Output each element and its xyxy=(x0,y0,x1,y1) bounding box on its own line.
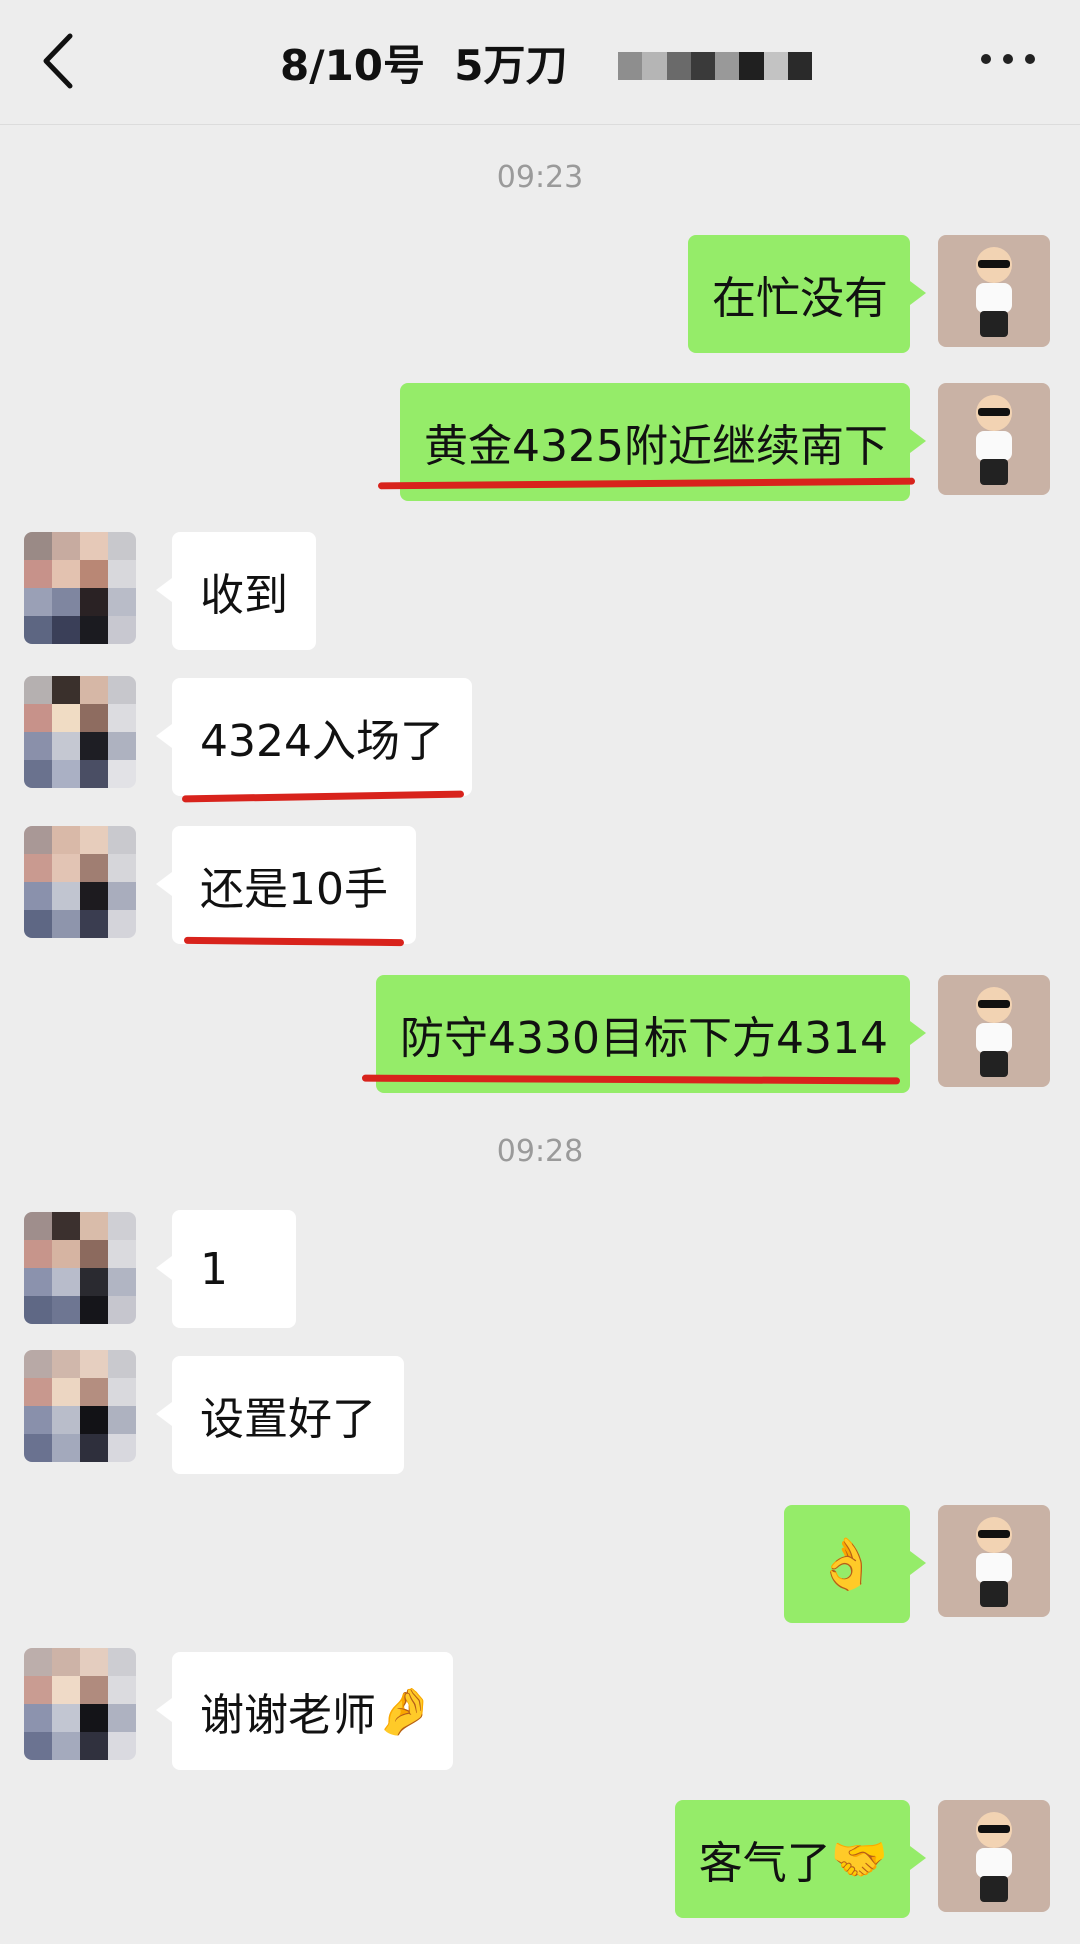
message-bubble-incoming[interactable]: 还是10手 xyxy=(156,826,416,944)
message-text: 在忙没有 xyxy=(712,273,888,324)
timestamp: 09:23 xyxy=(496,160,584,195)
message-text: 收到 xyxy=(200,570,288,621)
my-avatar[interactable] xyxy=(938,383,1050,495)
chat-header: 8/10号 5万刀 xyxy=(0,0,1080,125)
message-text: 1 xyxy=(200,1243,228,1295)
ok-hand-icon: 👌 xyxy=(815,1534,879,1593)
message-text: 4324入场了 xyxy=(200,716,444,767)
message-bubble-outgoing[interactable]: 在忙没有 xyxy=(688,235,926,353)
contact-avatar[interactable] xyxy=(24,676,136,788)
timestamp: 09:28 xyxy=(496,1134,584,1169)
message-bubble-incoming[interactable]: 收到 xyxy=(156,532,316,650)
message-bubble-outgoing[interactable]: 👌 xyxy=(784,1505,926,1623)
chat-title: 8/10号 5万刀 xyxy=(280,41,568,90)
more-horizontal-icon[interactable] xyxy=(978,44,1038,74)
handshake-icon: 🤝 xyxy=(830,1831,888,1886)
message-text: 黄金4325附近继续南下 xyxy=(424,421,888,472)
my-avatar[interactable] xyxy=(938,1505,1050,1617)
message-text: 客气了 xyxy=(698,1838,831,1889)
message-text: 防守4330目标下方4314 xyxy=(400,1013,888,1064)
contact-avatar[interactable] xyxy=(24,1212,136,1324)
red-highlight-underline xyxy=(183,936,405,947)
contact-avatar[interactable] xyxy=(24,826,136,938)
contact-avatar[interactable] xyxy=(24,1350,136,1462)
message-bubble-outgoing[interactable]: 客气了 🤝 xyxy=(674,1800,927,1918)
contact-avatar[interactable] xyxy=(24,1648,136,1760)
message-bubble-incoming[interactable]: 谢谢老师 🤌 xyxy=(155,1652,454,1770)
message-text: 谢谢老师 xyxy=(200,1690,376,1741)
chevron-left-icon[interactable] xyxy=(36,26,86,96)
my-avatar[interactable] xyxy=(938,235,1050,347)
redacted-name xyxy=(618,52,812,80)
my-avatar[interactable] xyxy=(938,1800,1050,1912)
contact-avatar[interactable] xyxy=(24,532,136,644)
pinched-fingers-icon: 🤌 xyxy=(376,1683,434,1738)
message-bubble-incoming[interactable]: 1 xyxy=(156,1210,296,1328)
my-avatar[interactable] xyxy=(938,975,1050,1087)
message-text: 还是10手 xyxy=(200,864,388,915)
message-bubble-incoming[interactable]: 4324入场了 xyxy=(156,678,472,796)
message-text: 设置好了 xyxy=(200,1394,376,1445)
message-bubble-incoming[interactable]: 设置好了 xyxy=(156,1356,404,1474)
